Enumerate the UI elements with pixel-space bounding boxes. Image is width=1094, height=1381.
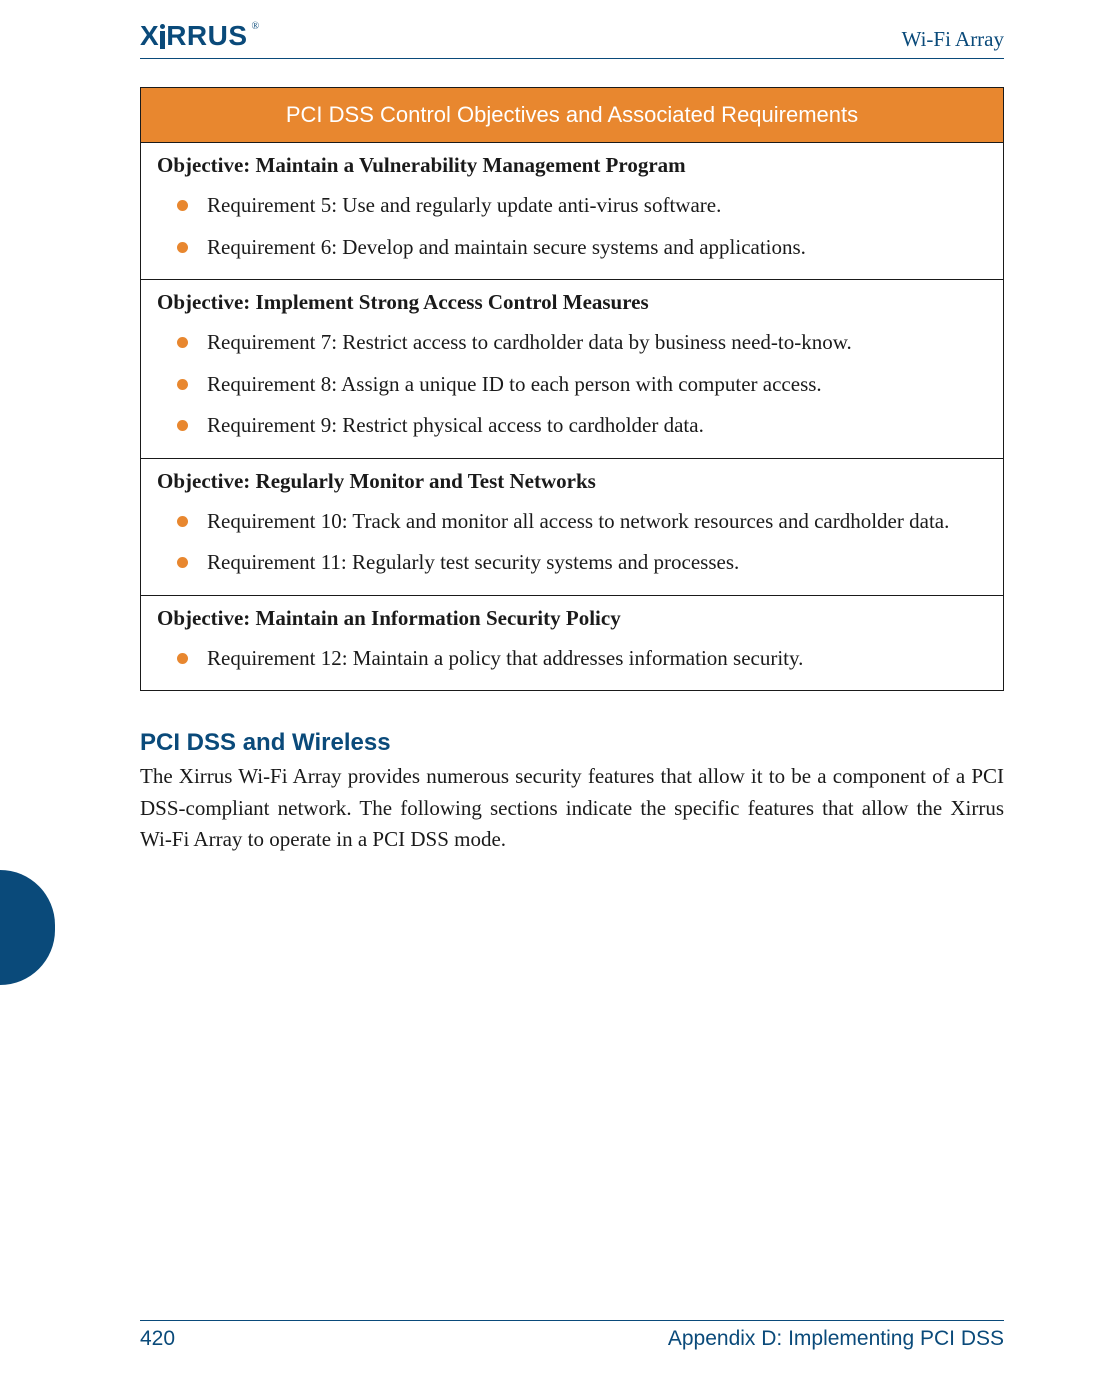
table-section: Objective: Regularly Monitor and Test Ne…	[141, 458, 1003, 595]
requirement-list: Requirement 5: Use and regularly update …	[157, 190, 987, 263]
requirement-item: Requirement 7: Restrict access to cardho…	[185, 327, 987, 359]
table-section: Objective: Maintain an Information Secur…	[141, 595, 1003, 691]
requirement-item: Requirement 6: Develop and maintain secu…	[185, 232, 987, 264]
requirement-list: Requirement 10: Track and monitor all ac…	[157, 506, 987, 579]
page-number: 420	[140, 1327, 175, 1351]
requirement-item: Requirement 10: Track and monitor all ac…	[185, 506, 987, 538]
table-title: PCI DSS Control Objectives and Associate…	[141, 88, 1003, 142]
requirement-item: Requirement 12: Maintain a policy that a…	[185, 643, 987, 675]
header-title: Wi-Fi Array	[902, 27, 1004, 52]
registered-icon: ®	[252, 21, 260, 32]
objective-title: Objective: Implement Strong Access Contr…	[157, 290, 987, 315]
logo-text: X RRUS	[140, 20, 248, 52]
requirement-item: Requirement 5: Use and regularly update …	[185, 190, 987, 222]
requirement-list: Requirement 7: Restrict access to cardho…	[157, 327, 987, 442]
table-section: Objective: Implement Strong Access Contr…	[141, 279, 1003, 458]
header: X RRUS ® Wi-Fi Array	[140, 20, 1004, 59]
page: X RRUS ® Wi-Fi Array PCI DSS Control Obj…	[0, 0, 1094, 1381]
footer: 420 Appendix D: Implementing PCI DSS	[140, 1320, 1004, 1351]
appendix-label: Appendix D: Implementing PCI DSS	[668, 1327, 1004, 1351]
section-body: The Xirrus Wi-Fi Array provides numerous…	[140, 761, 1004, 856]
requirement-item: Requirement 11: Regularly test security …	[185, 547, 987, 579]
objective-title: Objective: Maintain an Information Secur…	[157, 606, 987, 631]
section-heading: PCI DSS and Wireless	[140, 729, 1004, 757]
objective-title: Objective: Regularly Monitor and Test Ne…	[157, 469, 987, 494]
requirement-item: Requirement 8: Assign a unique ID to eac…	[185, 369, 987, 401]
requirement-item: Requirement 9: Restrict physical access …	[185, 410, 987, 442]
logo: X RRUS ®	[140, 20, 259, 52]
pci-table: PCI DSS Control Objectives and Associate…	[140, 87, 1004, 691]
requirement-list: Requirement 12: Maintain a policy that a…	[157, 643, 987, 675]
objective-title: Objective: Maintain a Vulnerability Mana…	[157, 153, 987, 178]
table-section: Objective: Maintain a Vulnerability Mana…	[141, 142, 1003, 279]
